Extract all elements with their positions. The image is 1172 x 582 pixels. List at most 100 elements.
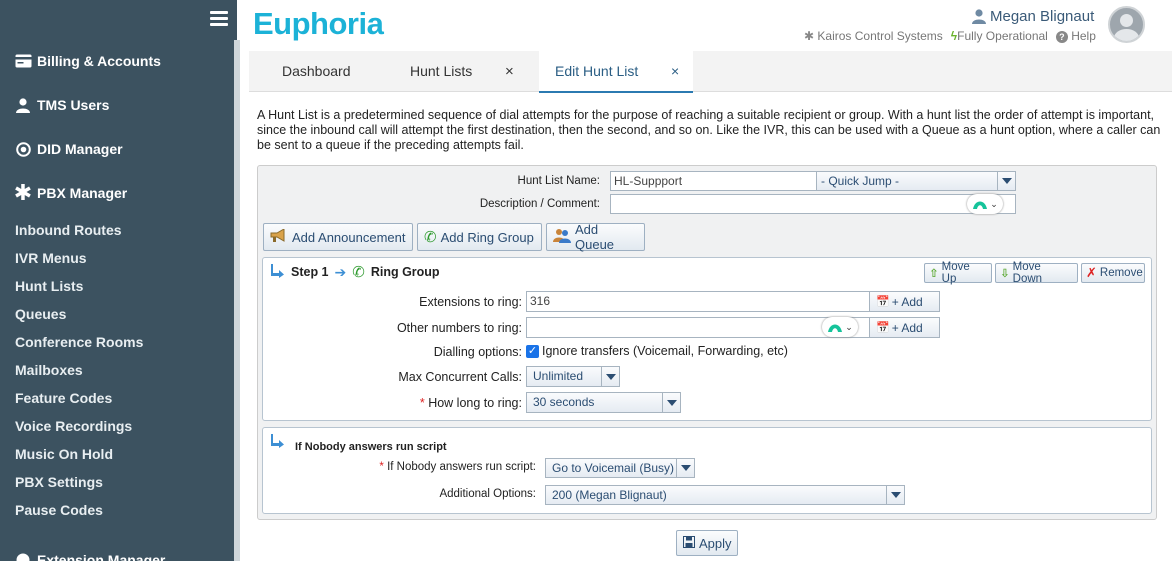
remove-button[interactable]: ✗ Remove [1081,263,1145,283]
other-numbers-input[interactable] [526,317,871,338]
move-down-label: Move Down [1012,261,1043,285]
sidebar-subitem-mailboxes[interactable]: Mailboxes [15,362,83,378]
sidebar-subitem-conference-rooms[interactable]: Conference Rooms [15,334,143,350]
chevron-down-icon [676,459,694,477]
chevron-down-icon: ⌄ [845,321,853,332]
max-concurrent-label: Max Concurrent Calls: [398,370,522,384]
sidebar-subitem-pbx-settings[interactable]: PBX Settings [15,474,103,490]
add-ring-group-button[interactable]: ✆ Add Ring Group [417,223,542,251]
additional-options-select[interactable]: 200 (Megan Blignaut) [545,485,905,505]
page-description: A Hunt List is a predetermined sequence … [257,108,1161,152]
grammar-assistant-icon[interactable]: ⌄ [822,317,858,337]
quick-jump-value: - Quick Jump - [821,174,900,188]
move-up-label: Move Up [941,261,970,285]
arrow-down-icon: ⇩ [1000,268,1010,280]
checkbox-checked-icon[interactable]: ✓ [526,344,539,358]
phone-ring-icon: ✆ [352,264,365,281]
help-label: Help [1071,29,1096,43]
sidebar-subitem-ivr-menus[interactable]: IVR Menus [15,250,87,266]
nobody-script-select[interactable]: Go to Voicemail (Busy) [545,458,695,478]
sidebar-subitem-voice-recordings[interactable]: Voice Recordings [15,418,132,434]
people-icon [553,228,571,246]
tab-edit-hunt-list[interactable]: Edit Hunt List × [539,51,693,93]
sidebar-item-label: Billing & Accounts [37,53,161,69]
tab-dashboard[interactable]: Dashboard [282,51,351,92]
sidebar-item-label: Extension Manager [37,552,166,568]
close-icon[interactable]: × [671,51,679,92]
required-mark: * [419,396,425,410]
chevron-down-icon [601,367,619,386]
description-input[interactable] [610,194,1016,214]
asterisk-icon: ✱ [13,180,33,205]
arrow-up-icon: ⇧ [929,268,939,280]
extension-icon [14,553,32,567]
company-status[interactable]: ✱ Kairos Control Systems [804,29,943,43]
sidebar-item-label: PBX Manager [37,185,128,201]
extensions-add-button[interactable]: 📅 + Add [869,291,940,312]
step-arrow-icon [271,434,285,453]
system-status[interactable]: ϟFully Operational [951,29,1048,43]
ignore-transfers-option[interactable]: ✓ Ignore transfers (Voicemail, Forwardin… [526,344,788,358]
arrow-right-icon: ➔ [334,263,347,280]
max-concurrent-select[interactable]: Unlimited [526,366,620,387]
grammar-logo-icon [973,201,988,209]
app-logo: Euphoria [253,6,384,41]
move-down-button[interactable]: ⇩ Move Down [995,261,1078,285]
add-announcement-button[interactable]: Add Announcement [263,223,413,251]
save-icon [683,535,695,551]
hunt-list-name-input[interactable]: HL-Suppport [610,171,817,191]
chevron-down-icon [662,393,680,412]
company-name: Kairos Control Systems [817,29,943,43]
megaphone-icon [270,227,288,246]
hunt-list-name-label: Hunt List Name: [517,175,600,187]
dialling-options-label: Dialling options: [433,345,522,359]
step-1-header: Step 1 ➔ ✆ Ring Group [271,263,440,281]
ring-duration-text: How long to ring: [428,396,522,410]
ring-duration-value: 30 seconds [533,395,595,409]
sidebar-subitem-pause-codes[interactable]: Pause Codes [15,502,103,518]
apply-button[interactable]: Apply [676,530,738,556]
phone-ring-icon: ✆ [424,229,437,246]
max-concurrent-value: Unlimited [533,369,584,383]
other-numbers-add-button[interactable]: 📅 + Add [869,317,940,338]
tab-label: Edit Hunt List [555,63,639,79]
sidebar-subitem-music-on-hold[interactable]: Music On Hold [15,446,113,462]
extensions-input[interactable]: 316 [526,291,871,312]
step-title: Step 1 [291,265,329,279]
other-numbers-label: Other numbers to ring: [396,321,522,335]
ring-duration-select[interactable]: 30 seconds [526,392,681,413]
sidebar-item-extension-manager[interactable]: Extension Manager [0,538,234,582]
help-link[interactable]: ? Help [1055,29,1096,43]
sidebar-item-pbx-manager[interactable]: ✱ PBX Manager [0,171,234,215]
sidebar-scrollbar[interactable] [234,40,240,561]
required-mark: * [379,461,384,473]
hamburger-menu-icon[interactable] [210,11,228,27]
move-up-button[interactable]: ⇧ Move Up [924,261,992,285]
ignore-transfers-label: Ignore transfers (Voicemail, Forwarding,… [542,344,788,358]
sidebar-subitem-hunt-lists[interactable]: Hunt Lists [15,278,83,294]
remove-label: Remove [1099,267,1143,279]
quick-jump-select[interactable]: - Quick Jump - [816,171,1016,191]
close-icon[interactable]: × [505,51,514,92]
user-menu[interactable]: Megan Blignaut [972,8,1094,25]
sidebar-subitem-feature-codes[interactable]: Feature Codes [15,390,112,406]
sidebar-item-did-manager[interactable]: DID Manager [0,127,234,171]
avatar[interactable] [1108,6,1145,43]
sidebar-item-billing[interactable]: Billing & Accounts [0,39,234,83]
tab-hunt-lists[interactable]: Hunt Lists [410,51,472,92]
description-label: Description / Comment: [479,198,600,210]
user-name: Megan Blignaut [990,8,1095,25]
apply-label: Apply [699,535,732,551]
sidebar-subitem-inbound-routes[interactable]: Inbound Routes [15,222,122,238]
grammar-logo-icon [828,324,843,332]
sidebar-item-tms-users[interactable]: TMS Users [0,83,234,127]
add-queue-button[interactable]: Add Queue [546,222,645,252]
step-arrow-icon [271,263,285,281]
add-label: + Add [891,294,923,309]
system-status-text: Fully Operational [957,29,1048,43]
sidebar-subitem-queues[interactable]: Queues [15,306,66,322]
grammar-assistant-icon[interactable]: ⌄ [967,194,1003,214]
billing-icon [14,54,32,68]
extensions-label: Extensions to ring: [419,295,522,309]
add-announcement-label: Add Announcement [292,229,406,245]
